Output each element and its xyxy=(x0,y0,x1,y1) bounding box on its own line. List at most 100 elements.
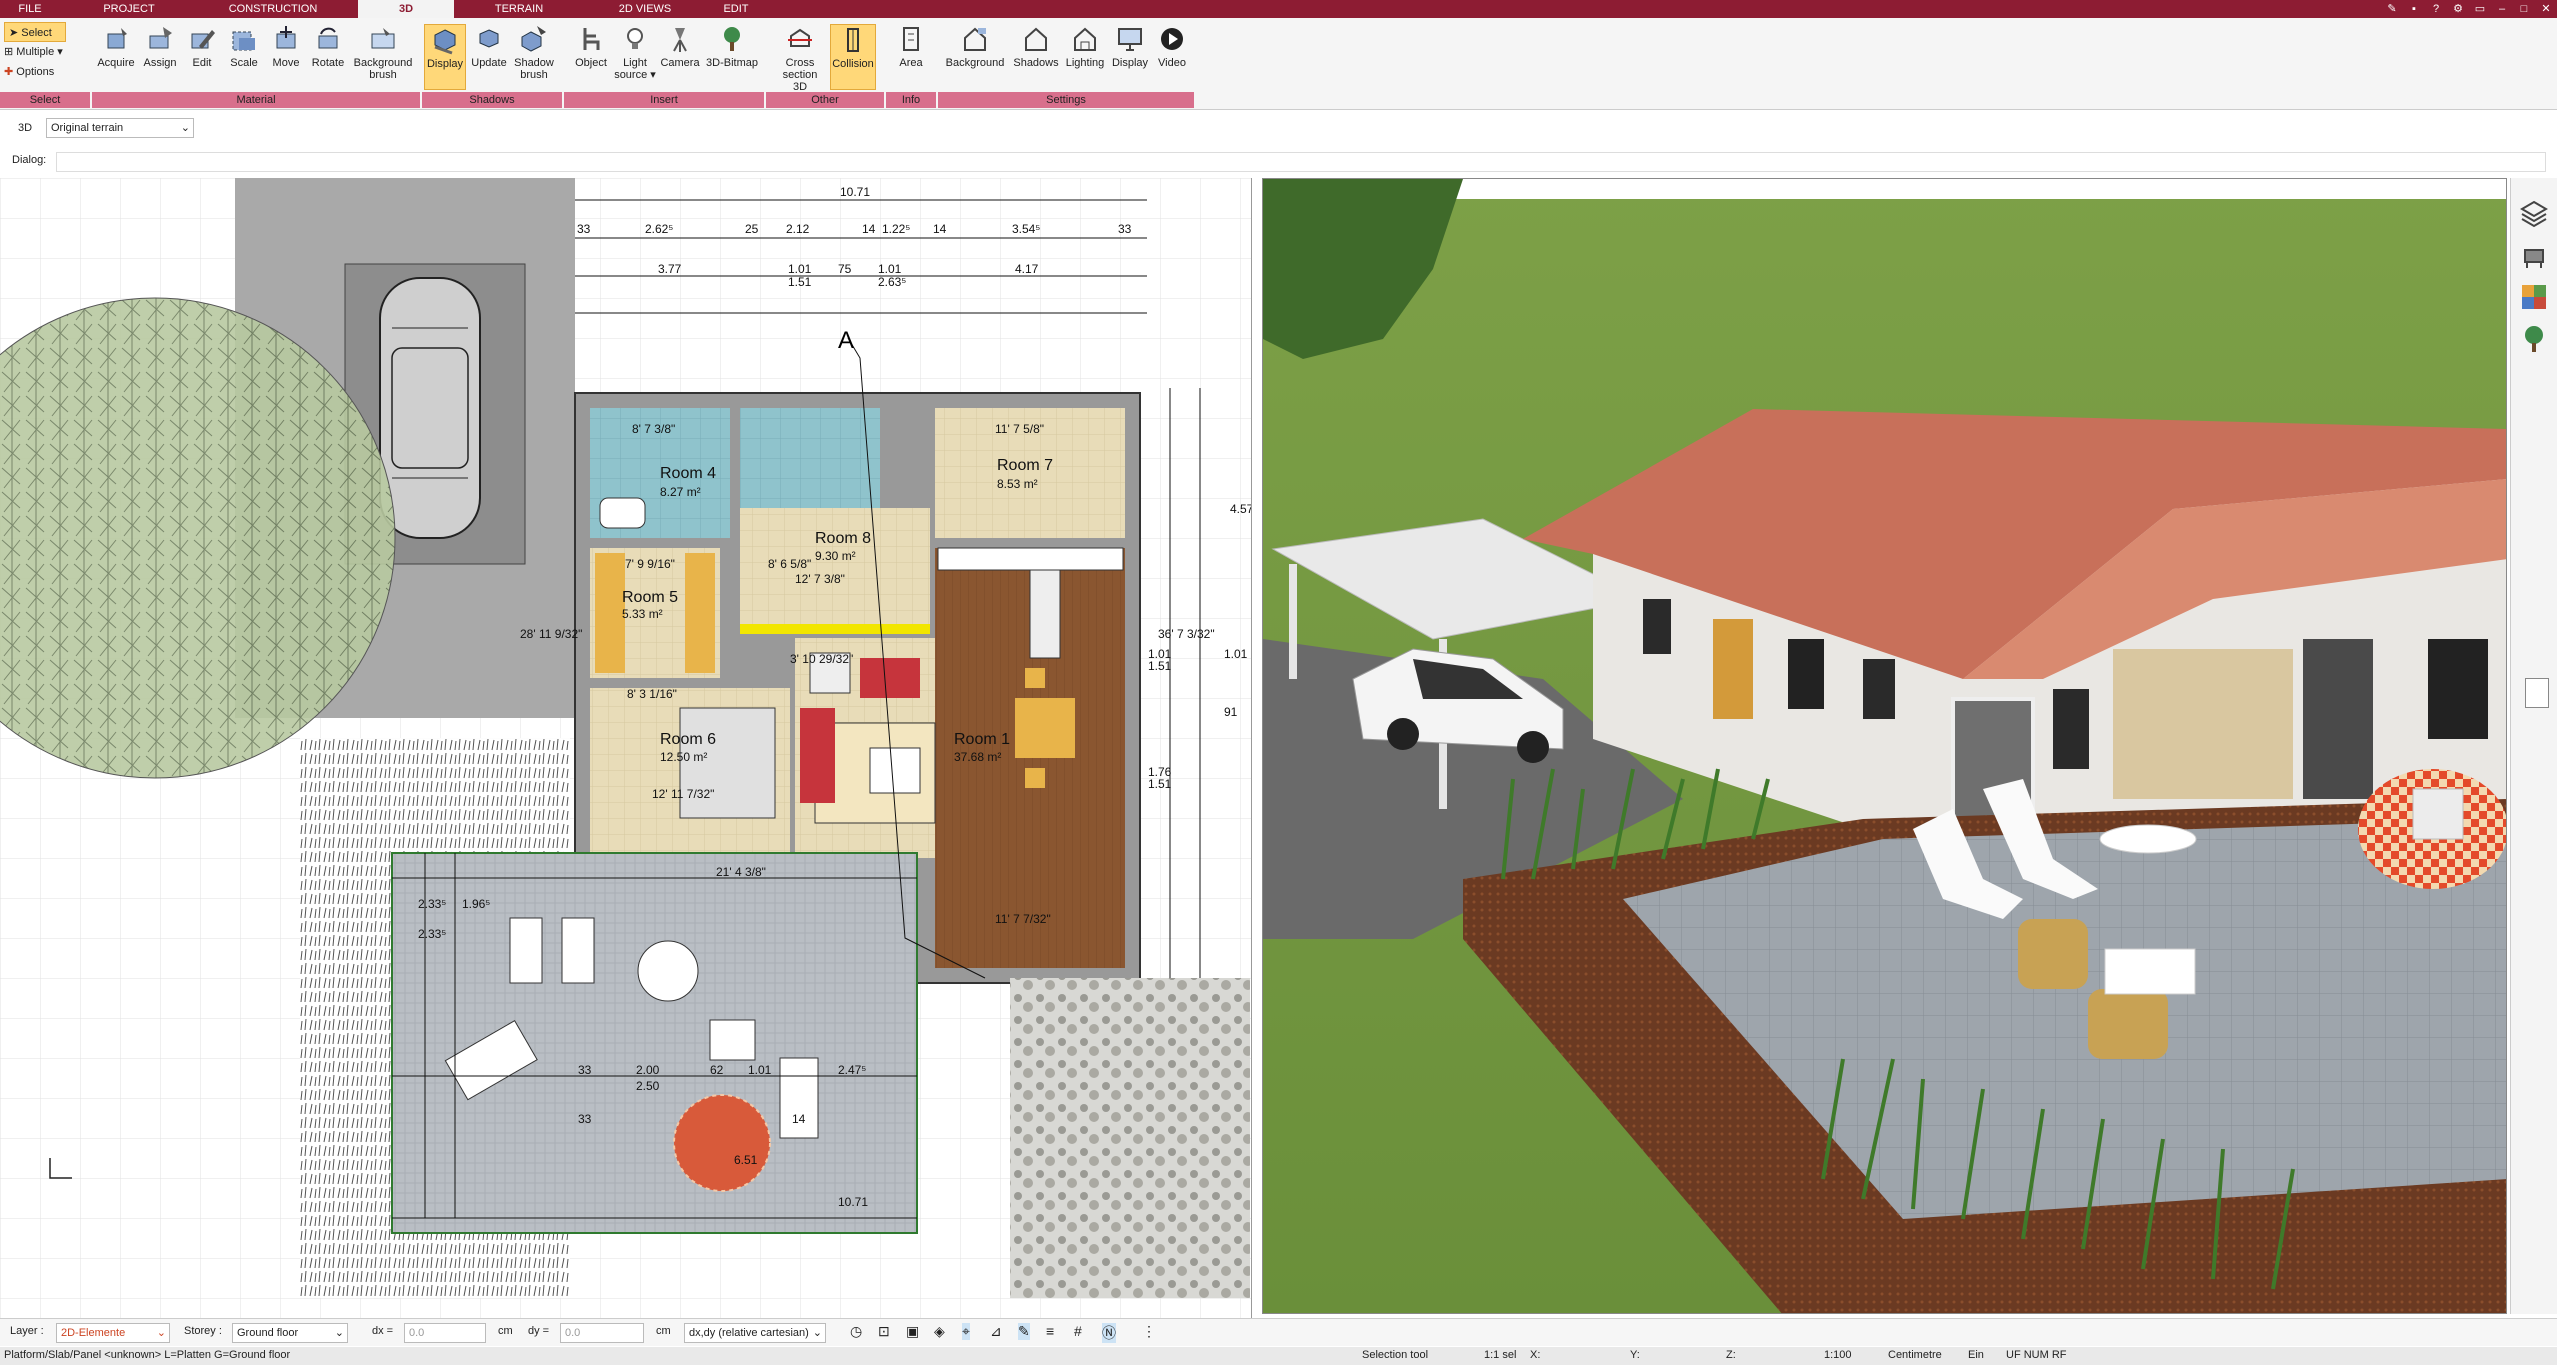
angle-snap-icon[interactable]: ⌖ xyxy=(962,1323,970,1340)
shadow-brush-button[interactable]: Shadow brush xyxy=(512,24,556,81)
group-shadows: Shadows xyxy=(422,92,562,108)
camera-button[interactable]: Camera xyxy=(658,24,702,69)
display-settings-button[interactable]: Display xyxy=(1108,24,1152,69)
dim-label: 3' 10 29/32" xyxy=(790,652,853,666)
3d-bitmap-button[interactable]: 3D-Bitmap xyxy=(704,24,760,69)
tab-file[interactable]: FILE xyxy=(4,0,56,18)
ortho-icon[interactable]: ⊿ xyxy=(990,1323,1002,1340)
area-button[interactable]: Area xyxy=(890,24,932,69)
maximize-icon[interactable]: □ xyxy=(2513,0,2535,18)
shutters xyxy=(1713,619,1753,719)
rotate-button[interactable]: Rotate xyxy=(308,24,348,69)
plan-view-2d[interactable]: 10.71 2.62⁵ 25 2.12 14 1.22⁵ 14 3.54⁵ 33… xyxy=(0,178,1252,1318)
lighting-button[interactable]: Lighting xyxy=(1062,24,1108,69)
drawing-scale: 1:100 xyxy=(1824,1349,1852,1361)
collision-icon xyxy=(838,25,868,55)
snap-icon[interactable]: ⊡ xyxy=(878,1323,890,1340)
window-left xyxy=(1643,599,1671,654)
options-button[interactable]: ✚ Options xyxy=(4,62,90,82)
dim-label: 33 xyxy=(1118,222,1132,236)
object-snap-icon[interactable]: ◈ xyxy=(934,1323,945,1340)
dy-input[interactable]: 0.0 xyxy=(560,1323,644,1343)
help-icon[interactable]: ? xyxy=(2425,0,2447,18)
more-icon[interactable]: ⋮ xyxy=(1142,1323,1156,1340)
dim-label: 2.50 xyxy=(636,1079,660,1093)
background-button[interactable]: Background xyxy=(940,24,1010,69)
scale-button[interactable]: Scale xyxy=(226,24,262,69)
y-coordinate: Y: xyxy=(1630,1349,1640,1361)
plants-icon[interactable] xyxy=(2519,324,2549,354)
room-area: 37.68 m² xyxy=(954,750,1001,764)
object-button[interactable]: Object xyxy=(570,24,612,69)
play-icon xyxy=(1157,24,1187,54)
move-button[interactable]: Move xyxy=(268,24,304,69)
close-icon[interactable]: ✕ xyxy=(2535,0,2557,18)
video-button[interactable]: Video xyxy=(1152,24,1192,69)
terrain-select[interactable]: Original terrain ⌄ xyxy=(46,118,194,138)
house-shadow-icon xyxy=(1021,24,1051,54)
car-symbol xyxy=(380,278,480,538)
tab-construction[interactable]: CONSTRUCTION xyxy=(220,0,326,18)
materials-icon[interactable] xyxy=(2519,282,2549,312)
folder-icon[interactable]: ▪ xyxy=(2403,0,2425,18)
display-shadows-button[interactable]: Display xyxy=(424,24,466,90)
layers-icon[interactable] xyxy=(2519,198,2549,228)
background-brush-button[interactable]: Background brush xyxy=(350,24,416,81)
acquire-button[interactable]: Acquire xyxy=(96,24,136,69)
update-shadows-button[interactable]: Update xyxy=(468,24,510,69)
3d-render-canvas[interactable] xyxy=(1263,179,2507,1314)
cross-section-3d-button[interactable]: Cross section 3D xyxy=(778,24,822,93)
window-4 xyxy=(2053,689,2089,769)
selection-info: Platform/Slab/Panel <unknown> L=Platten … xyxy=(4,1349,290,1361)
room-area: 9.30 m² xyxy=(815,549,856,563)
pillar xyxy=(2303,639,2373,799)
dim-label: 7' 9 9/16" xyxy=(625,557,675,571)
snap-n-icon[interactable]: Ⓝ xyxy=(1102,1323,1116,1343)
window-controls: ✎ ▪ ? ⚙ ▭ – □ ✕ xyxy=(2381,0,2557,18)
edit-button[interactable]: Edit xyxy=(184,24,220,69)
room-area: 8.53 m² xyxy=(997,477,1038,491)
floor-plan-canvas[interactable]: 10.71 2.62⁵ 25 2.12 14 1.22⁵ 14 3.54⁵ 33… xyxy=(0,178,1252,1318)
coordinate-mode-select[interactable]: dx,dy (relative cartesian)⌄ xyxy=(684,1323,826,1343)
scale-icon xyxy=(229,24,259,54)
kitchen-row xyxy=(938,548,1123,570)
select-column: ➤ Select ⊞ Multiple ▾ ✚ Options xyxy=(4,22,90,82)
select-button[interactable]: ➤ Select xyxy=(4,22,66,42)
tab-3d[interactable]: 3D xyxy=(358,0,454,18)
storey-select[interactable]: Ground floor⌄ xyxy=(232,1323,348,1343)
round-table-3d xyxy=(2100,825,2196,853)
tools-icon[interactable]: ✎ xyxy=(2381,0,2403,18)
light-source-button[interactable]: Light source ▾ xyxy=(614,24,656,81)
tab-terrain[interactable]: TERRAIN xyxy=(484,0,554,18)
dim-label: 10.71 xyxy=(838,1195,868,1209)
settings-icon[interactable]: ⚙ xyxy=(2447,0,2469,18)
view-3d[interactable] xyxy=(1262,178,2507,1314)
tab-edit[interactable]: EDIT xyxy=(714,0,758,18)
assign-button[interactable]: Assign xyxy=(140,24,180,69)
dialog-input[interactable] xyxy=(56,152,2546,172)
multiple-button[interactable]: ⊞ Multiple ▾ xyxy=(4,42,90,62)
scale-selection: 1:1 sel xyxy=(1484,1349,1516,1361)
room-area: 12.50 m² xyxy=(660,750,707,764)
dim-label: 75 xyxy=(838,262,852,276)
bathtub xyxy=(600,498,645,528)
clock-icon[interactable]: ◷ xyxy=(850,1323,862,1340)
tab-project[interactable]: PROJECT xyxy=(90,0,168,18)
pen-icon[interactable]: ✎ xyxy=(1018,1323,1030,1340)
collision-button[interactable]: Collision xyxy=(830,24,876,90)
dim-label: 2.62⁵ xyxy=(645,222,673,236)
furniture-icon[interactable] xyxy=(2519,240,2549,270)
dim-label: 11' 7 7/32" xyxy=(995,912,1051,926)
dx-input[interactable]: 0.0 xyxy=(404,1323,486,1343)
restore-icon[interactable]: ▭ xyxy=(2469,0,2491,18)
layer-select[interactable]: 2D-Elemente⌄ xyxy=(56,1323,170,1343)
lines-icon[interactable]: ≡ xyxy=(1046,1323,1054,1339)
layer-visibility-icon[interactable]: ▣ xyxy=(906,1323,919,1340)
grid-icon[interactable]: # xyxy=(1074,1323,1082,1339)
minimize-icon[interactable]: – xyxy=(2491,0,2513,18)
dim-label: 21' 4 3/8" xyxy=(716,865,766,879)
tab-2d-views[interactable]: 2D VIEWS xyxy=(610,0,680,18)
room-area: 8.27 m² xyxy=(660,485,701,499)
shadows-settings-button[interactable]: Shadows xyxy=(1010,24,1062,69)
panel-toggle-icon[interactable] xyxy=(2525,678,2549,708)
